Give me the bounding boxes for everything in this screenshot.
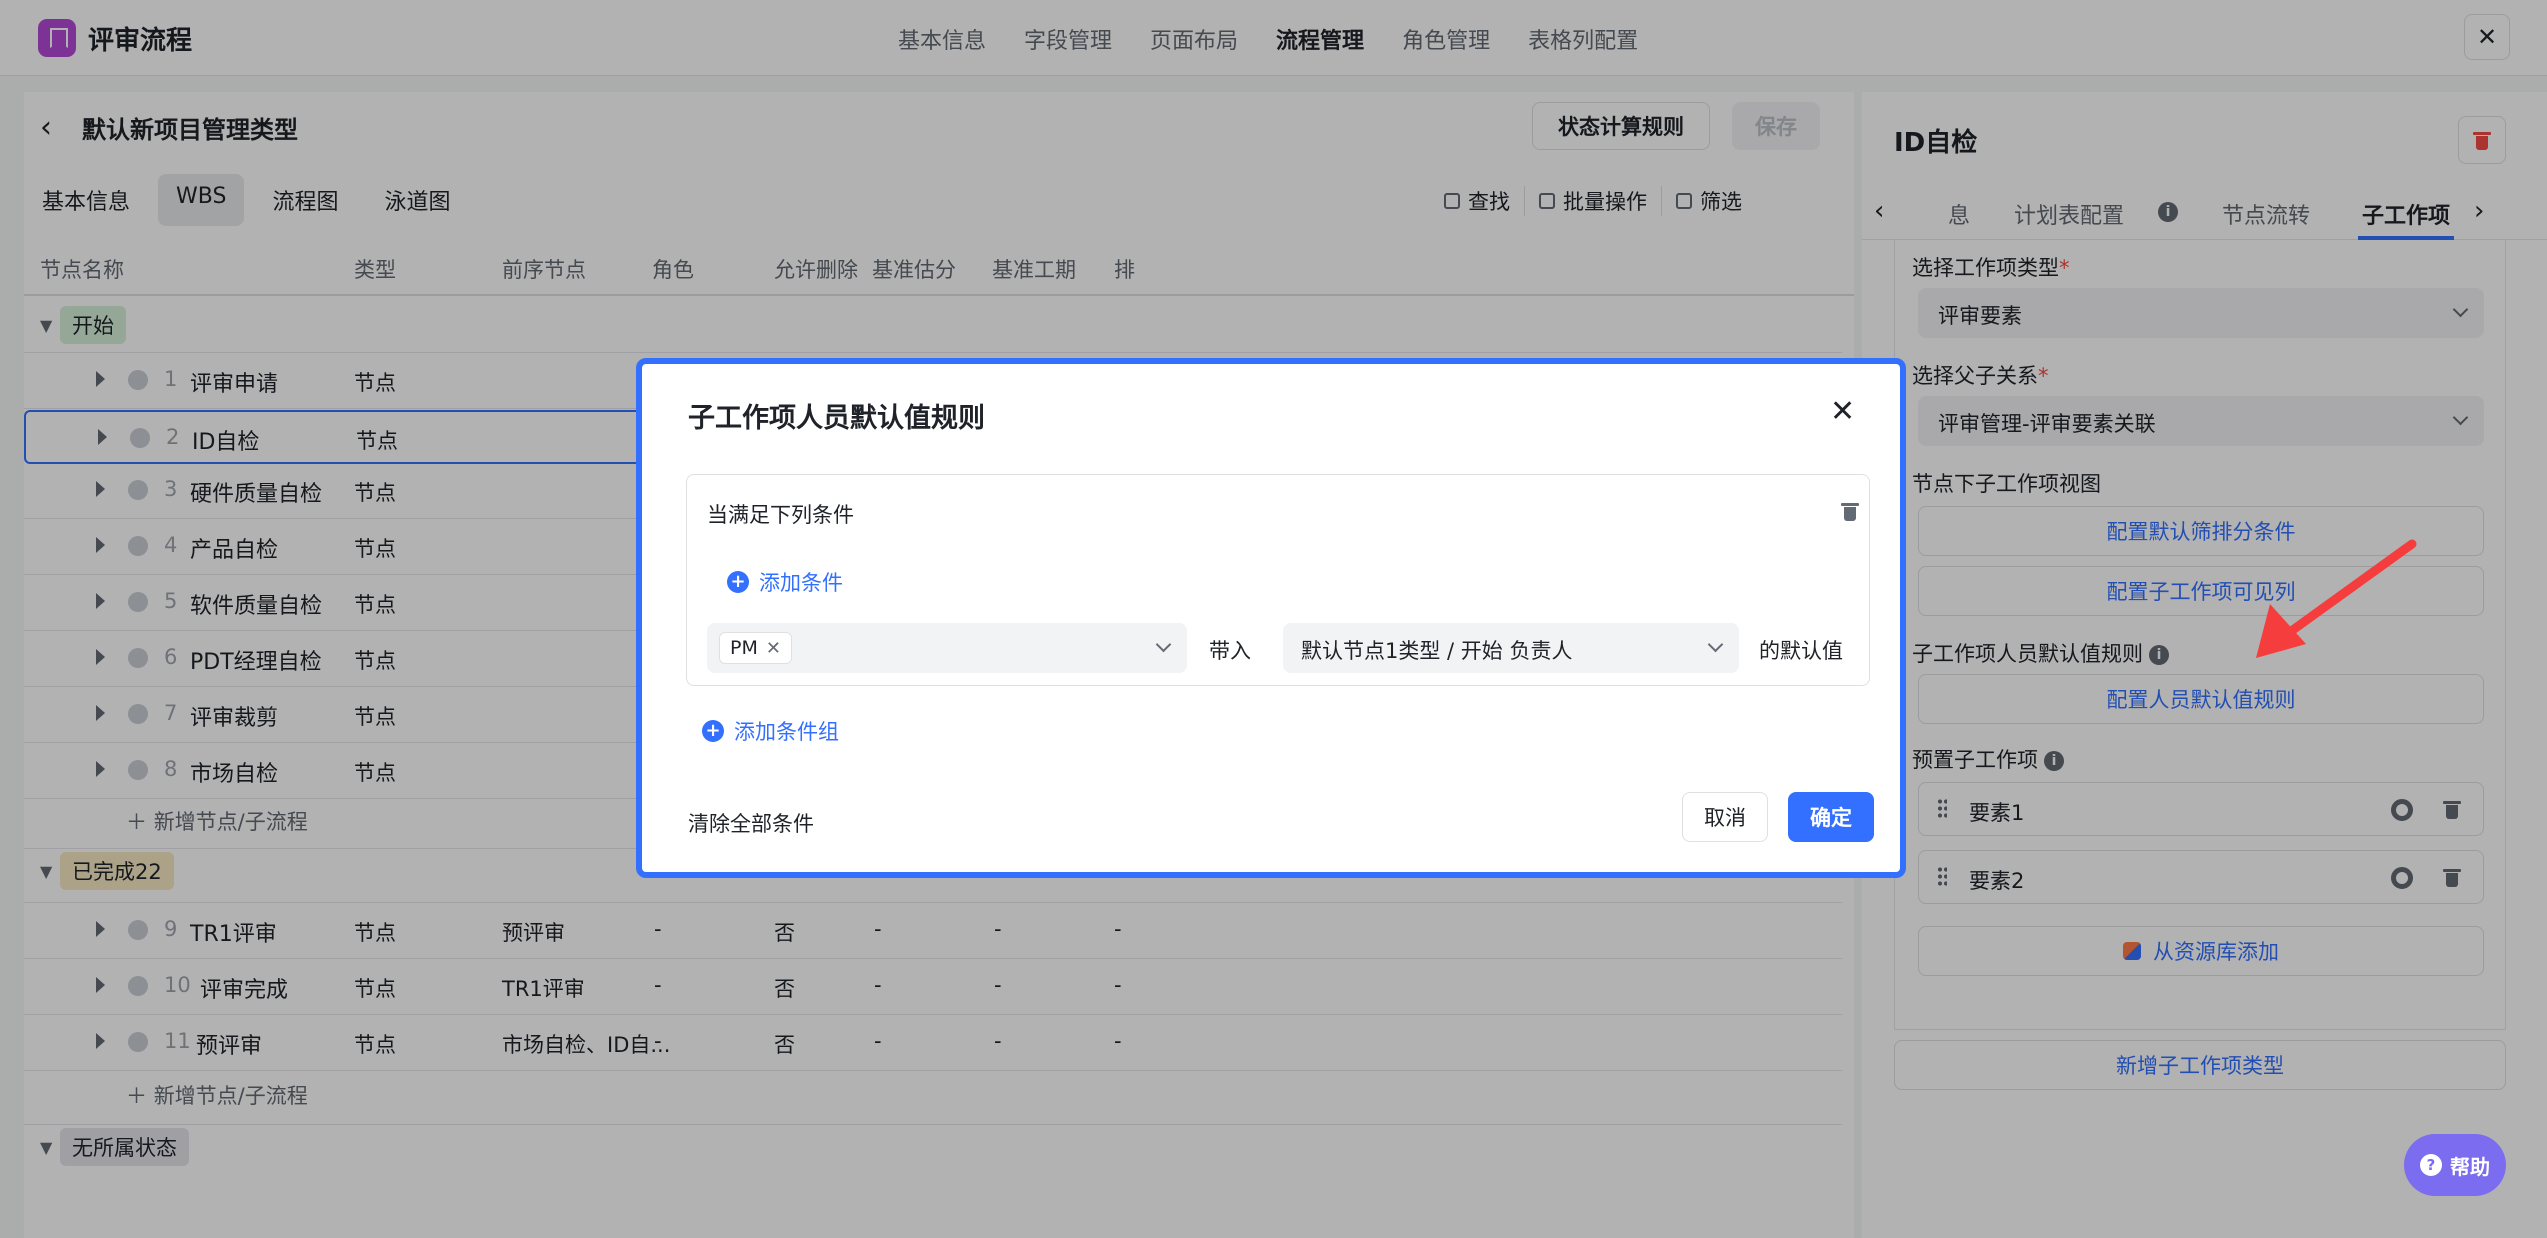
- help-button[interactable]: ? 帮助: [2404, 1134, 2506, 1196]
- modal-title: 子工作项人员默认值规则: [688, 403, 985, 434]
- field-select[interactable]: 默认节点1类型 / 开始 负责人: [1283, 623, 1739, 673]
- clear-all-button[interactable]: 清除全部条件: [688, 808, 814, 838]
- add-condition-group-button[interactable]: + 添加条件组: [702, 716, 839, 746]
- add-condition-button[interactable]: + 添加条件: [727, 567, 843, 597]
- cancel-button[interactable]: 取消: [1682, 792, 1768, 842]
- condition-title: 当满足下列条件: [707, 503, 854, 527]
- chevron-down-icon: [1155, 636, 1172, 653]
- condition-group: 当满足下列条件 + 添加条件 PM ✕ 带入 默认节点1类型 / 开始 负责人 的默…: [686, 474, 1870, 686]
- default-rule-modal: 子工作项人员默认值规则 ✕ 当满足下列条件 + 添加条件 PM ✕ 带入 默认节点1…: [636, 358, 1906, 878]
- plus-circle-icon: +: [702, 720, 724, 742]
- close-icon[interactable]: ✕: [1830, 394, 1855, 429]
- plus-circle-icon: +: [727, 571, 749, 593]
- add-group-label: 添加条件组: [734, 720, 839, 744]
- role-select[interactable]: PM ✕: [707, 623, 1187, 673]
- question-icon: ?: [2420, 1154, 2442, 1176]
- role-chip: PM ✕: [719, 632, 792, 664]
- default-suffix-text: 的默认值: [1759, 639, 1843, 663]
- bring-in-text: 带入: [1209, 639, 1251, 663]
- add-condition-label: 添加条件: [759, 571, 843, 595]
- confirm-button[interactable]: 确定: [1788, 792, 1874, 842]
- trash-icon[interactable]: [1841, 501, 1859, 521]
- close-icon[interactable]: ✕: [766, 638, 781, 659]
- field-select-value: 默认节点1类型 / 开始 负责人: [1301, 639, 1573, 663]
- chevron-down-icon: [1707, 636, 1724, 653]
- help-label: 帮助: [2450, 1154, 2490, 1179]
- role-chip-label: PM: [730, 637, 758, 659]
